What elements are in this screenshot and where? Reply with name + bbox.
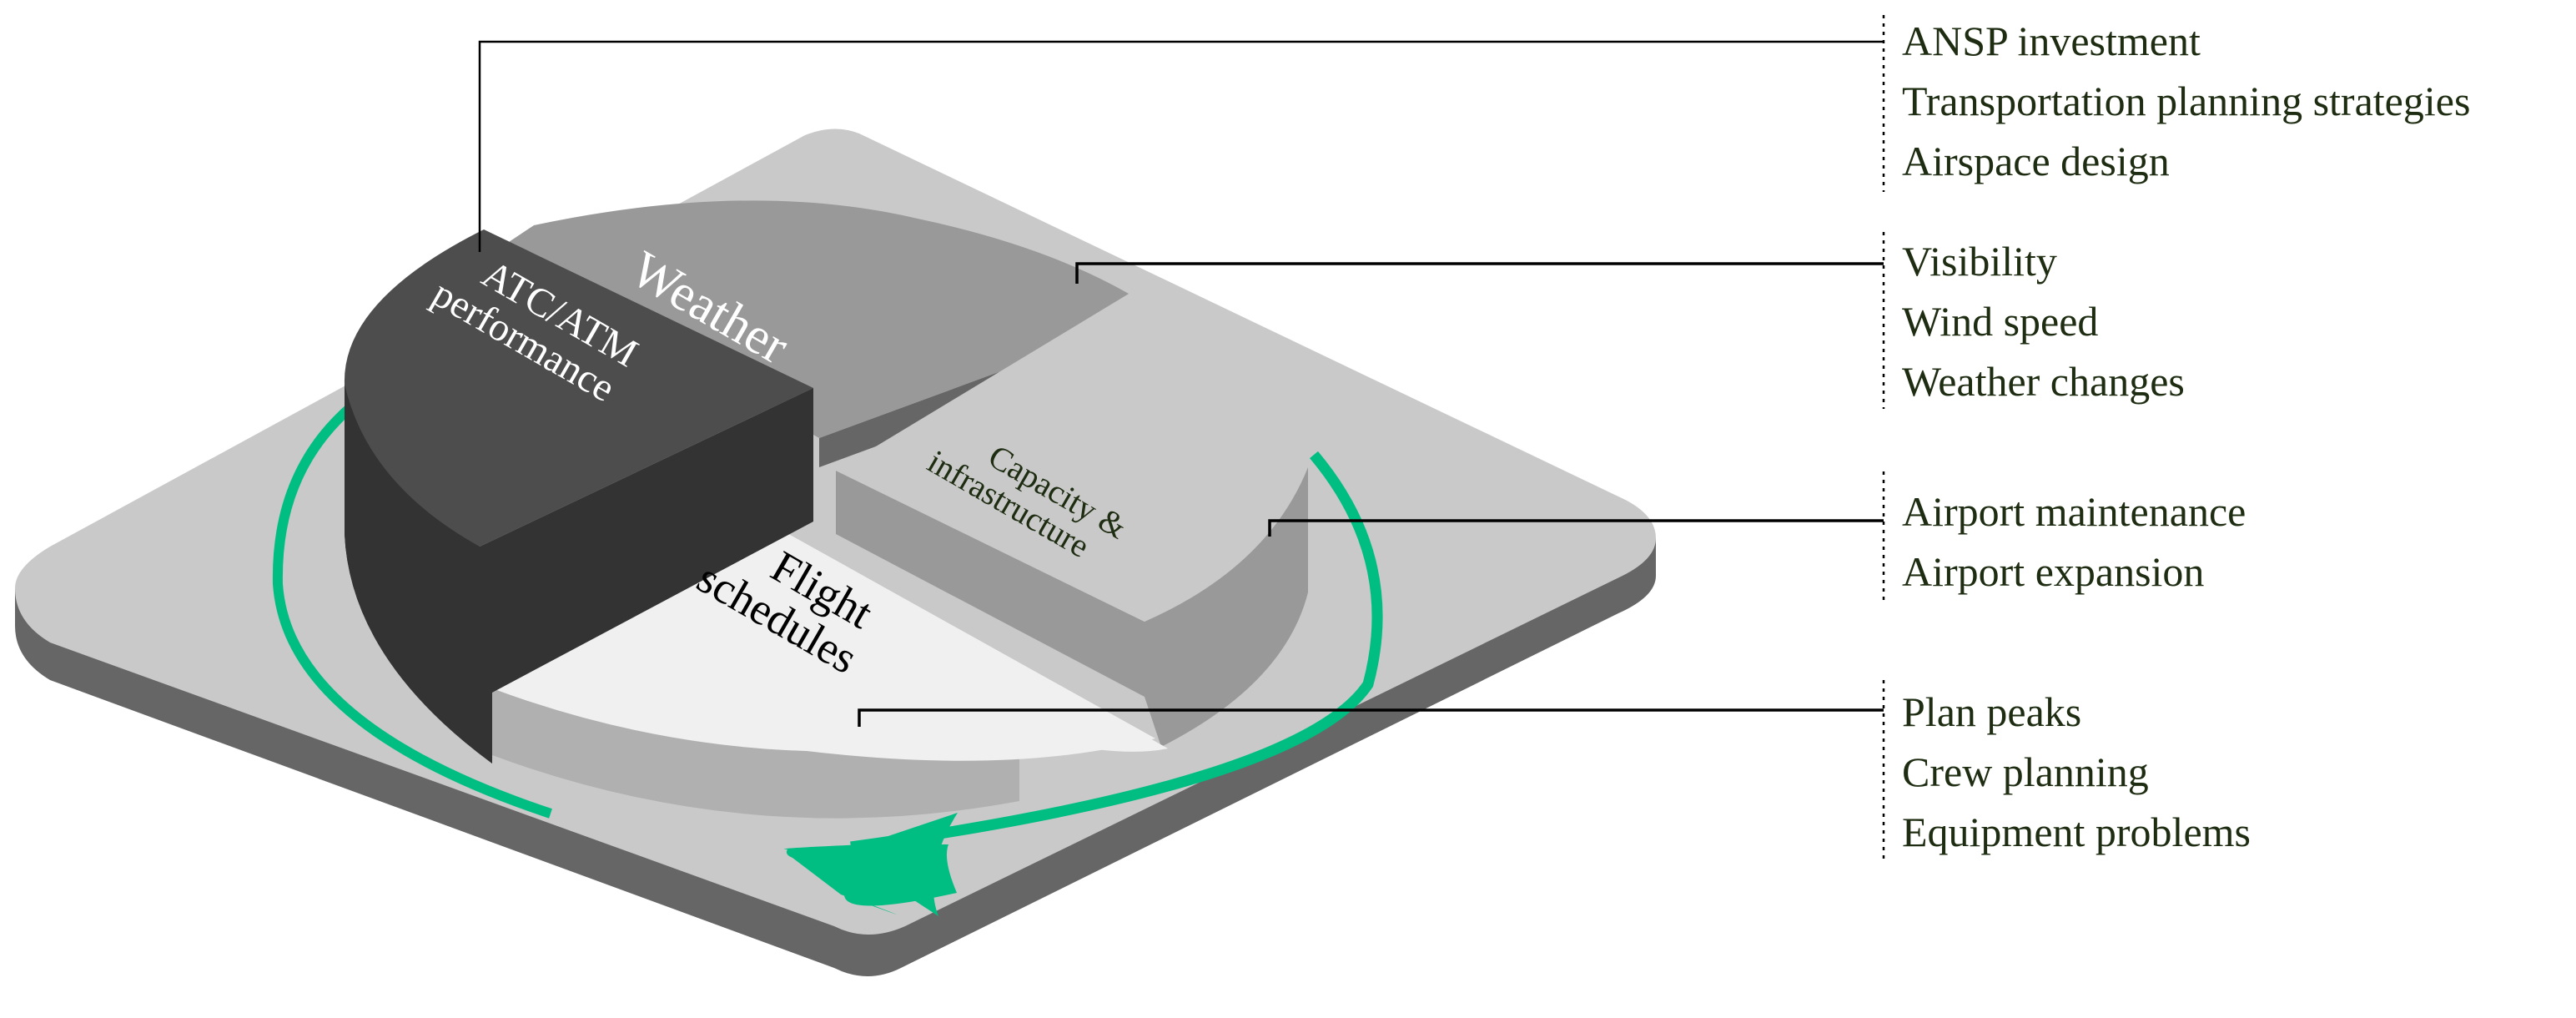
- callout-atc: ANSP investment Transportation planning …: [1902, 18, 2470, 184]
- callout-item: Weather changes: [1902, 358, 2185, 405]
- isometric-diagram: Weather ATC/ATM performance Capacity & i…: [15, 15, 2470, 976]
- callout-capacity: Airport maintenance Airport expansion: [1902, 488, 2246, 595]
- callout-item: Crew planning: [1902, 748, 2149, 795]
- callout-item: ANSP investment: [1902, 18, 2201, 64]
- callout-item: Airport expansion: [1902, 548, 2204, 595]
- callout-item: Airspace design: [1902, 138, 2170, 184]
- callout-item: Transportation planning strategies: [1902, 78, 2470, 124]
- leader-line-weather: [1075, 262, 1884, 284]
- callout-item: Visibility: [1902, 238, 2057, 285]
- callout-weather: Visibility Wind speed Weather changes: [1902, 238, 2185, 405]
- callout-item: Equipment problems: [1902, 809, 2251, 855]
- callout-flight: Plan peaks Crew planning Equipment probl…: [1902, 688, 2251, 855]
- callout-item: Airport maintenance: [1902, 488, 2246, 535]
- callout-item: Wind speed: [1902, 298, 2098, 345]
- callout-item: Plan peaks: [1902, 688, 2081, 735]
